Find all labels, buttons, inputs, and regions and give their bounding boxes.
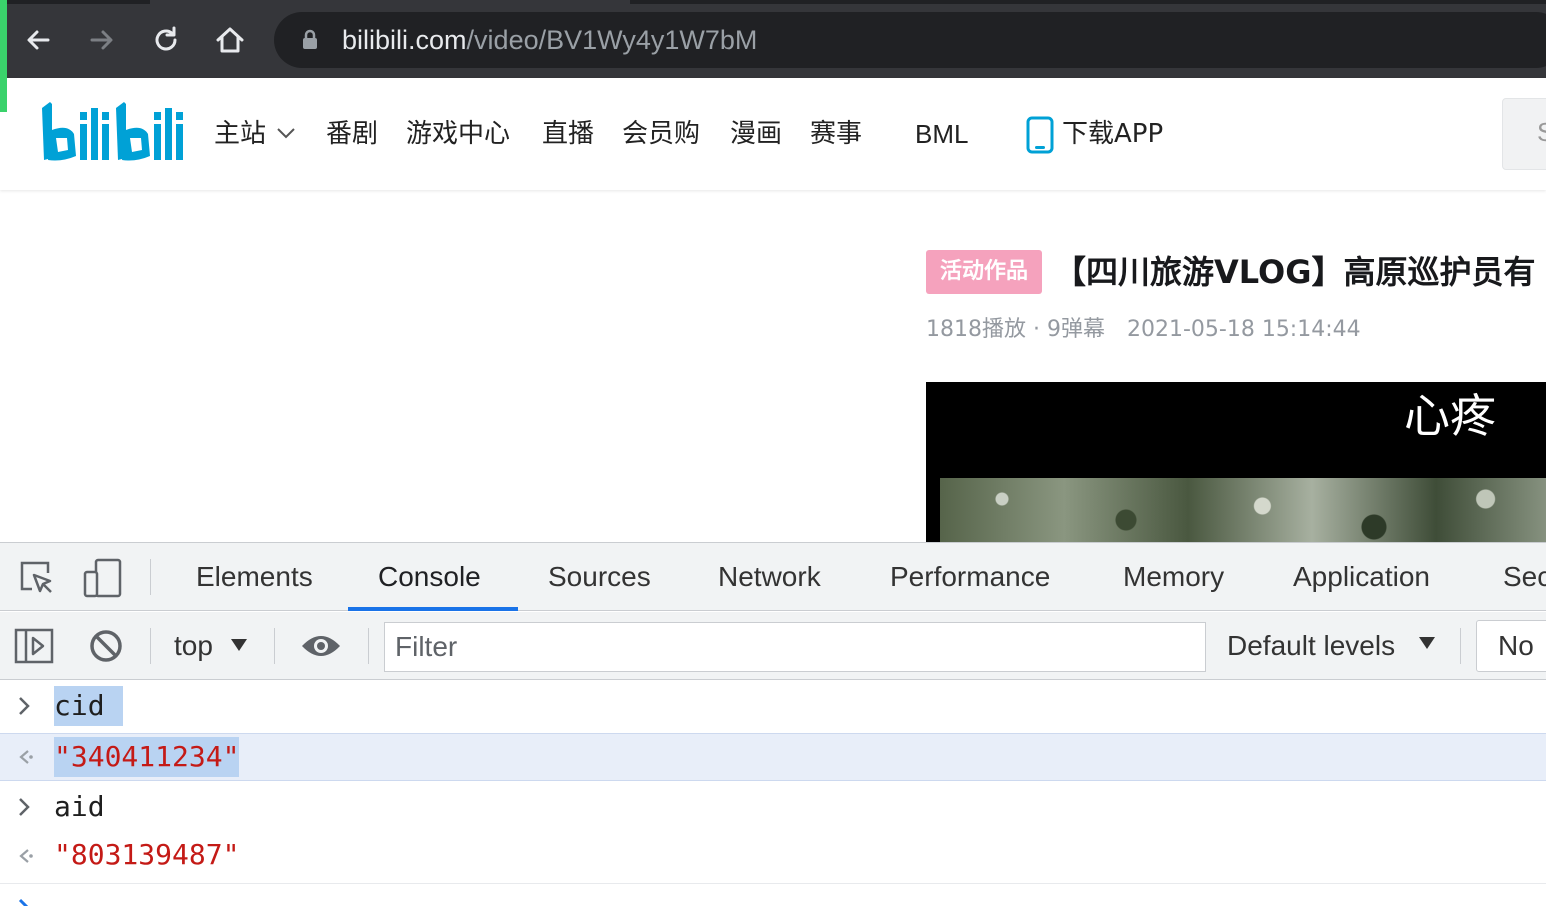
- toolbar-divider: [1460, 628, 1461, 664]
- console-input-text[interactable]: cid: [54, 686, 123, 726]
- context-selector[interactable]: top: [174, 626, 213, 666]
- console-output: cid "340411234" aid "803139487": [0, 681, 1546, 906]
- search-partial-text: S: [1537, 117, 1546, 148]
- console-result-text[interactable]: "803139487": [54, 835, 239, 875]
- video-date: 2021-05-18 15:14:44: [1126, 317, 1361, 342]
- video-views: 1818播放 · 9弹幕: [926, 317, 1105, 342]
- forward-button[interactable]: [80, 18, 124, 62]
- reload-icon: [155, 26, 177, 51]
- filter-field[interactable]: [384, 622, 1206, 672]
- tab-performance[interactable]: Performance: [890, 557, 1050, 597]
- nav-download-app[interactable]: 下载APP: [1062, 114, 1163, 154]
- console-toolbar: top Default levels No: [0, 612, 1546, 680]
- video-player[interactable]: 心疼: [926, 382, 1546, 542]
- result-arrow-icon: [19, 750, 33, 764]
- url-host: bilibili.com: [342, 25, 467, 55]
- video-frame: [940, 478, 1546, 542]
- tab-memory[interactable]: Memory: [1123, 557, 1224, 597]
- console-divider: [0, 883, 1546, 884]
- home-icon: [216, 27, 244, 53]
- video-title: 【四川旅游VLOG】高原巡护员有: [1054, 253, 1536, 291]
- activity-badge[interactable]: 活动作品: [926, 250, 1042, 294]
- dropdown-arrow-icon[interactable]: [230, 638, 248, 652]
- nav-manga[interactable]: 漫画: [730, 114, 782, 154]
- address-bar[interactable]: bilibili.com/video/BV1Wy4y1W7bM: [274, 12, 1546, 68]
- eye-icon[interactable]: [300, 632, 342, 660]
- tab-network[interactable]: Network: [718, 557, 821, 597]
- url-text[interactable]: bilibili.com/video/BV1Wy4y1W7bM: [342, 22, 757, 58]
- console-result-row[interactable]: "803139487": [0, 833, 1546, 881]
- tab-application[interactable]: Application: [1293, 557, 1430, 597]
- search-input[interactable]: S: [1502, 98, 1546, 170]
- nav-bml[interactable]: BML: [915, 114, 968, 154]
- chevron-down-icon[interactable]: [276, 126, 296, 140]
- site-header: 主站 番剧 游戏中心 直播 会员购 漫画 赛事 BML 下载APP S: [0, 78, 1546, 190]
- tab-security[interactable]: Security: [1503, 557, 1546, 597]
- back-icon: [27, 30, 50, 50]
- filter-input[interactable]: [395, 629, 1185, 665]
- prompt-icon: [18, 898, 29, 906]
- console-input-text[interactable]: aid: [54, 787, 105, 827]
- result-arrow-icon: [19, 849, 33, 863]
- show-sidebar-icon[interactable]: [14, 628, 54, 664]
- chevron-right-icon: [19, 798, 30, 816]
- active-tab-indicator: [348, 607, 518, 611]
- devtools-tab-bar: Elements Console Sources Network Perform…: [0, 543, 1546, 611]
- chevron-right-icon: [19, 697, 30, 715]
- browser-toolbar: bilibili.com/video/BV1Wy4y1W7bM: [0, 0, 1546, 112]
- phone-icon: [1026, 116, 1054, 154]
- player-subtitle: 心疼: [1404, 389, 1496, 443]
- lock-icon[interactable]: [298, 28, 322, 52]
- inspect-element-icon[interactable]: [18, 559, 56, 597]
- log-levels-selector[interactable]: Default levels: [1227, 626, 1395, 666]
- video-meta: 1818播放 · 9弹幕 2021-05-18 15:14:44: [926, 312, 1361, 348]
- back-button[interactable]: [16, 18, 60, 62]
- nav-member-shop[interactable]: 会员购: [622, 114, 700, 154]
- nav-live[interactable]: 直播: [542, 114, 594, 154]
- console-input-row[interactable]: aid: [0, 783, 1546, 831]
- nav-game-center[interactable]: 游戏中心: [406, 114, 510, 154]
- issues-button[interactable]: No: [1476, 620, 1546, 672]
- console-result-text[interactable]: "340411234": [54, 737, 240, 777]
- clear-console-icon[interactable]: [88, 628, 124, 664]
- forward-icon: [90, 30, 113, 50]
- nav-esports[interactable]: 赛事: [810, 114, 862, 154]
- console-result-row[interactable]: "340411234": [0, 733, 1546, 781]
- reload-button[interactable]: [144, 18, 188, 62]
- url-path: /video/BV1Wy4y1W7bM: [466, 25, 758, 55]
- toolbar-divider: [368, 628, 369, 664]
- home-button[interactable]: [208, 18, 252, 62]
- console-input-row[interactable]: cid: [0, 681, 1546, 731]
- device-toolbar-icon[interactable]: [82, 557, 124, 599]
- tab-strip: [0, 0, 1546, 4]
- toolbar-divider: [150, 628, 151, 664]
- nav-main-site[interactable]: 主站: [214, 114, 266, 154]
- active-tab[interactable]: [150, 0, 630, 4]
- tab-elements[interactable]: Elements: [196, 557, 313, 597]
- toolbar-divider: [150, 559, 151, 595]
- dropdown-arrow-icon[interactable]: [1418, 636, 1436, 650]
- devtools-panel: Elements Console Sources Network Perform…: [0, 542, 1546, 906]
- tab-sources[interactable]: Sources: [548, 557, 651, 597]
- window-edge-indicator: [0, 0, 7, 112]
- toolbar-divider: [274, 628, 275, 664]
- bilibili-logo[interactable]: [38, 98, 188, 170]
- tab-console[interactable]: Console: [378, 557, 481, 597]
- console-prompt-row[interactable]: [0, 885, 1546, 906]
- nav-anime[interactable]: 番剧: [326, 114, 378, 154]
